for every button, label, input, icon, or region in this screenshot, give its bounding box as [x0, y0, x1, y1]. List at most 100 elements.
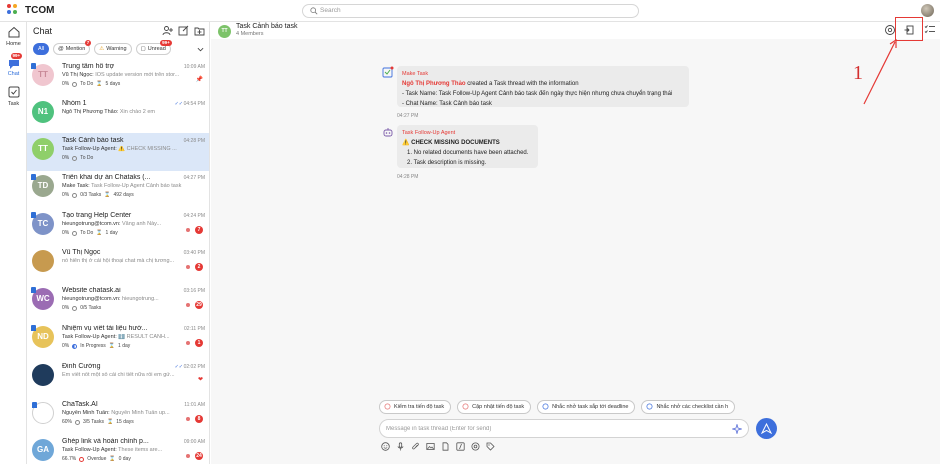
- preview-sender: Task Follow-Up Agent:: [62, 447, 117, 453]
- conversation-preview: hieungotrung@tcom.vn: hieungotrung...: [62, 296, 190, 302]
- filter-warning[interactable]: ⚠ Warning: [94, 43, 132, 55]
- message-task-name: - Task Name: Task Follow-Up Agent Cảnh b…: [402, 91, 673, 97]
- task-list-icon[interactable]: [924, 24, 936, 36]
- conversation-item[interactable]: Đinh Cường 02:02 PM Em viết nốt một số cái…: [27, 359, 209, 397]
- suggestion-chip[interactable]: Nhắc nhở các checklist cần h: [641, 400, 736, 414]
- pin-icon[interactable]: 📌: [196, 76, 203, 83]
- conversation-item[interactable]: ND Nhiệm vụ viết tài liệu hướ... 02:11 PM T…: [27, 321, 209, 359]
- conversation-item[interactable]: N1 Nhóm 1 04:54 PM Ngô Thị Phương Thảo: Xin…: [27, 96, 209, 134]
- task-due: 15 days: [116, 419, 134, 425]
- image-icon[interactable]: [426, 442, 435, 451]
- hourglass-icon: ⌛: [107, 419, 114, 425]
- slash-command-icon[interactable]: [456, 442, 465, 451]
- preview-sender: hieungotrung@tcom.vn:: [62, 296, 121, 302]
- at-mention-icon[interactable]: [471, 442, 480, 451]
- message-text: created a Task thread with the informati…: [465, 81, 579, 87]
- filter-mention-label: Mention: [65, 46, 86, 52]
- conversation-members[interactable]: 4 Members: [236, 31, 264, 37]
- status-circle-icon: [72, 155, 78, 161]
- tag-icon[interactable]: [486, 442, 495, 451]
- preview-text: nó hiển thị ở cái hội thoại chat mà chị …: [62, 258, 175, 264]
- conversation-item[interactable]: Vũ Thị Ngọc 03:40 PM nó hiển thị ở cái hội…: [27, 245, 209, 283]
- add-folder-icon[interactable]: [194, 25, 205, 36]
- conversation-item[interactable]: WC Website chatask.ai 03:16 PM hieungotrung…: [27, 283, 209, 321]
- rail-chat[interactable]: 99+ Chat: [0, 53, 27, 77]
- new-chat-icon[interactable]: [178, 25, 189, 36]
- suggestion-chip[interactable]: Cập nhật tiến độ task: [457, 400, 532, 414]
- conversation-task-meta: 0% To Do ⌛ 1 day: [62, 230, 118, 236]
- conversation-avatar: TD: [31, 174, 54, 197]
- annotation-number: 1: [853, 62, 863, 84]
- message-item: 2. Task description is missing.: [407, 160, 487, 166]
- annotation-arrow: [863, 38, 897, 105]
- suggestion-chip[interactable]: Nhắc nhở task sắp tới deadline: [537, 400, 636, 414]
- conversation-name: Nhóm 1: [62, 100, 87, 107]
- conversation-title[interactable]: Task Cảnh báo task: [236, 23, 297, 30]
- conversation-avatar: TT: [218, 25, 231, 38]
- rail-home-label: Home: [6, 41, 21, 47]
- unread-count-badge: 24: [195, 452, 203, 460]
- filter-unread[interactable]: ▢ Unread 99+: [135, 40, 172, 55]
- conversation-task-meta: 60% 3/5 Tasks ⌛ 15 days: [62, 419, 134, 425]
- preview-text: Xin chào 2 em: [119, 109, 156, 115]
- follow-up-agent-icon: [383, 128, 393, 137]
- task-progress: 60%: [62, 419, 73, 425]
- conversation-item[interactable]: TD Triển khai dự án Chataks (... 04:27 PM M…: [27, 170, 209, 208]
- file-icon[interactable]: [441, 442, 450, 451]
- conversation-item[interactable]: ChaTask.AI 11:01 AM Nguyễn Minh Tuấn: Nguy…: [27, 397, 209, 435]
- rail-task[interactable]: Task: [0, 86, 27, 107]
- conversation-name: Trung tâm hỗ trợ: [62, 63, 115, 70]
- sparkle-icon[interactable]: [732, 424, 742, 434]
- ai-suggestion-icon: [646, 403, 653, 410]
- unread-icon: ▢: [140, 46, 146, 52]
- make-task-bot-icon: [382, 66, 394, 78]
- chevron-down-icon[interactable]: [197, 46, 204, 53]
- filter-mention[interactable]: @ Mention 7: [53, 40, 92, 55]
- status-circle-icon: [72, 343, 78, 349]
- preview-sender: Task Follow-Up Agent:: [62, 334, 117, 340]
- message-sender: Task Follow-Up Agent: [402, 130, 456, 136]
- message-actor[interactable]: Ngô Thị Phương Thảo: [402, 81, 466, 87]
- task-due: 1 day: [118, 343, 131, 349]
- user-avatar[interactable]: [921, 4, 934, 17]
- message-input[interactable]: [386, 423, 716, 435]
- message-make-task[interactable]: Make Task Ngô Thị Phương Thảo created a …: [397, 66, 689, 107]
- task-status: In Progress: [80, 343, 106, 349]
- unread-dot-icon: [186, 265, 190, 269]
- conversation-item[interactable]: GA Ghép link và hoàn chỉnh p... 09:00 AM Ta…: [27, 434, 209, 464]
- task-progress: 0%: [62, 155, 70, 161]
- search-box[interactable]: Search: [302, 4, 639, 18]
- conversation-time: 02:02 PM: [183, 364, 205, 370]
- filter-warning-label: Warning: [106, 46, 127, 52]
- conversation-item[interactable]: TT Trung tâm hỗ trợ 10:09 AM Vũ Thị Ngọc: I…: [27, 59, 209, 97]
- search-placeholder[interactable]: Search: [320, 7, 341, 14]
- unread-dot-icon: [186, 228, 190, 232]
- conversation-task-meta: 0% To Do ⌛ 5 days: [62, 81, 120, 87]
- conversation-item[interactable]: TC Tạo trang Help Center 04:24 PM hieungotr…: [27, 208, 209, 246]
- conversation-preview: Task Follow-Up Agent: These items are...: [62, 447, 190, 453]
- message-heading: ⚠️ CHECK MISSING DOCUMENTS: [402, 140, 500, 146]
- task-due: 0 day: [118, 456, 131, 462]
- filter-all[interactable]: All: [33, 43, 50, 55]
- conversation-item[interactable]: TT Task Cảnh báo task 04:28 PM Task Follow-…: [27, 133, 209, 171]
- conversation-name: Website chatask.ai: [62, 287, 121, 294]
- chat-list-panel: Chat All @ Mention 7 ⚠ Warning ▢ Unread 99+ T…: [27, 22, 210, 464]
- unread-count-badge: 2: [195, 263, 203, 271]
- message-follow-up-agent[interactable]: Task Follow-Up Agent ⚠️ CHECK MISSING DO…: [397, 125, 538, 168]
- search-icon: [310, 7, 318, 15]
- microphone-icon[interactable]: [396, 442, 405, 451]
- conversation-name: Tạo trang Help Center: [62, 212, 132, 219]
- send-button[interactable]: [756, 418, 777, 439]
- add-contact-icon[interactable]: [162, 25, 173, 36]
- preview-sender: Task Follow-Up Agent:: [62, 146, 117, 152]
- chat-panel-title: Chat: [33, 26, 53, 36]
- attachment-icon[interactable]: [411, 442, 420, 451]
- preview-sender: Make Task:: [62, 183, 90, 189]
- suggestion-chip[interactable]: Kiểm tra tiến độ task: [379, 400, 452, 414]
- conversation-name: Ghép link và hoàn chỉnh p...: [62, 438, 149, 445]
- message-time: 04:28 PM: [397, 174, 419, 180]
- emoji-icon[interactable]: [381, 442, 390, 451]
- preview-sender: Nguyễn Minh Tuấn:: [62, 410, 110, 416]
- rail-home[interactable]: Home: [0, 26, 27, 47]
- hourglass-icon: ⌛: [96, 230, 103, 236]
